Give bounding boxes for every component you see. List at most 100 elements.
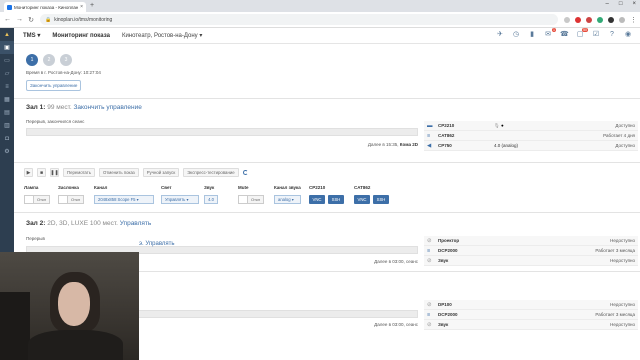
stop-icon[interactable]: ■	[37, 168, 46, 177]
profile-avatar-icon[interactable]	[619, 16, 625, 23]
list-icon[interactable]: ≡	[0, 80, 14, 93]
end-control-button[interactable]: Закончить управление	[26, 80, 82, 91]
blocked-icon: ⊘	[427, 321, 432, 328]
channel-label: Канал	[94, 185, 108, 190]
hall-1-devices: ▬ CP2210 🎙 ● Доступно ≡ CAT862 Работает …	[424, 121, 638, 151]
channel-select[interactable]: 2048x858 Scope F5 ▾	[94, 195, 154, 204]
lamp-toggle[interactable]: Откл	[24, 195, 51, 204]
hall-3-devices: ⊘ DP100 Недоступно ≡ DCP2000 Работает 3 …	[424, 300, 638, 330]
device-row: ◀ CP750 4.0 (analog) Доступно	[424, 141, 638, 151]
rewind-button[interactable]: Перемотать	[63, 168, 95, 177]
cinema-selector[interactable]: Кинотеатр, Ростов-на-Дону ▾	[122, 32, 202, 39]
light-label: Свет	[161, 185, 172, 190]
url-field[interactable]: 🔒 kinoplan.io/tms/monitoring	[40, 14, 558, 25]
maximize-icon[interactable]: □	[619, 1, 623, 7]
step-1[interactable]: 1	[26, 54, 38, 66]
hall-2-control-link[interactable]: Управлять	[120, 220, 152, 227]
logo-icon[interactable]: ▲	[0, 28, 14, 41]
server-icon: ≡	[427, 247, 431, 254]
projector-icon: ▬	[427, 122, 433, 129]
monitoring-icon[interactable]: ▣	[0, 41, 14, 54]
new-tab-icon[interactable]: +	[90, 2, 94, 9]
calendar-icon[interactable]: ▦	[0, 93, 14, 106]
device-row: ⊘ Звук Недоступно	[424, 320, 638, 330]
extension-icon[interactable]	[575, 16, 581, 23]
webcam-overlay	[0, 252, 139, 360]
hall-3-control-link[interactable]: э. Управлять	[139, 241, 175, 247]
hall-steps: 1 2 3	[26, 54, 72, 66]
rocket-icon[interactable]: ✈	[496, 31, 504, 39]
server-icon: ≡	[427, 132, 431, 139]
display-icon[interactable]: ▭	[0, 54, 14, 67]
extension-icon[interactable]	[586, 16, 592, 23]
folder-icon[interactable]: ▱	[0, 67, 14, 80]
mute-toggle[interactable]: Откл	[238, 195, 265, 204]
blocked-icon: ⊘	[427, 237, 432, 244]
cp2210-ssh-button[interactable]: SSH	[328, 195, 344, 204]
close-window-icon[interactable]: ×	[632, 1, 636, 7]
cat862-ssh-button[interactable]: SSH	[373, 195, 389, 204]
tms-menu[interactable]: TMS ▾	[23, 32, 40, 39]
mute-label: Mute	[238, 185, 249, 190]
back-icon[interactable]: ←	[4, 16, 11, 23]
reload-icon[interactable]: ↻	[28, 16, 34, 24]
device-row: ⊘ Звук Недоступно	[424, 256, 638, 266]
browser-tab[interactable]: Мониторинг показа - Кинопланета ×	[4, 2, 86, 12]
film-icon[interactable]: ▥	[0, 119, 14, 132]
play-icon[interactable]: ▶	[24, 168, 33, 177]
cat862-label: CAT862	[354, 185, 371, 190]
hall-1-control-link[interactable]: Закончить управление	[73, 104, 141, 111]
check-icon[interactable]: ☑	[592, 31, 600, 39]
device-row: ⊘ DP100 Недоступно	[424, 300, 638, 310]
extension-icon[interactable]	[608, 16, 614, 23]
extension-icon[interactable]	[597, 16, 603, 23]
lock-icon: 🔒	[45, 16, 52, 23]
local-time: Время в г. Ростов-на-Дону: 10:27:04	[26, 70, 101, 75]
step-3[interactable]: 3	[60, 54, 72, 66]
express-test-button[interactable]: Экспресс-тестирование	[183, 168, 239, 177]
divider	[14, 212, 640, 213]
minimize-icon[interactable]: –	[606, 1, 609, 7]
volume-label: Звук	[204, 185, 215, 190]
device-row: ≡ DCP2000 Работает 3 месяца	[424, 246, 638, 256]
divider	[14, 98, 640, 99]
kinoplan-favicon-icon	[7, 4, 12, 10]
hall-1-title: Зал 1: 99 мест. Закончить управление	[26, 104, 142, 111]
volume-input[interactable]: 4.0	[204, 195, 218, 204]
browser-tab-strip: Мониторинг показа - Кинопланета × + – □ …	[0, 0, 640, 12]
help-icon[interactable]: ?	[608, 31, 616, 39]
sound-channel-select[interactable]: analog ▾	[274, 195, 301, 204]
step-2[interactable]: 2	[43, 54, 55, 66]
star-icon[interactable]	[564, 16, 570, 23]
cancel-show-button[interactable]: Отменить показ	[98, 168, 139, 177]
close-tab-icon[interactable]: ×	[80, 4, 83, 10]
cat862-vnc-button[interactable]: VNC	[354, 195, 370, 204]
loading-spinner-icon	[242, 170, 248, 175]
clock-icon[interactable]: ◷	[512, 31, 520, 39]
messages-icon[interactable]: ▢ 50	[576, 28, 588, 39]
light-select[interactable]: Управлять ▾	[161, 195, 199, 204]
hall-2-next-show: Далее в 03:00, сеанс	[374, 259, 418, 264]
divider	[14, 162, 640, 163]
address-bar-row: ← → ↻ 🔒 kinoplan.io/tms/monitoring ⋮	[0, 12, 640, 28]
cp2210-vnc-button[interactable]: VNC	[309, 195, 325, 204]
pause-icon[interactable]: ❚❚	[50, 168, 59, 177]
shutter-label: Заслонка	[58, 185, 79, 190]
grid-icon[interactable]: ▤	[0, 106, 14, 119]
device-row: ▬ CP2210 🎙 ● Доступно	[424, 121, 638, 131]
phone-icon[interactable]: ☎	[560, 31, 569, 39]
sound-channel-label: Канал звука	[274, 185, 301, 190]
shutter-toggle[interactable]: Откл	[58, 195, 85, 204]
camera-icon[interactable]: ◘	[0, 132, 14, 145]
bell-icon[interactable]: ✉ 1	[544, 28, 556, 39]
device-row: ⊘ Проектор Недоступно	[424, 236, 638, 246]
record-icon: ●	[500, 122, 504, 128]
chart-icon[interactable]: ▮	[528, 31, 536, 39]
manual-start-button[interactable]: Ручной запуск	[142, 168, 180, 177]
settings-icon[interactable]: ⚙	[0, 145, 14, 158]
menu-icon[interactable]: ⋮	[630, 16, 637, 24]
hall-2-title: Зал 2: 2D, 3D, LUXE 100 мест. Управлять	[26, 220, 152, 227]
lamp-label: Лампа	[24, 185, 39, 190]
forward-icon[interactable]: →	[16, 16, 23, 23]
user-avatar[interactable]: ◉	[624, 31, 632, 39]
